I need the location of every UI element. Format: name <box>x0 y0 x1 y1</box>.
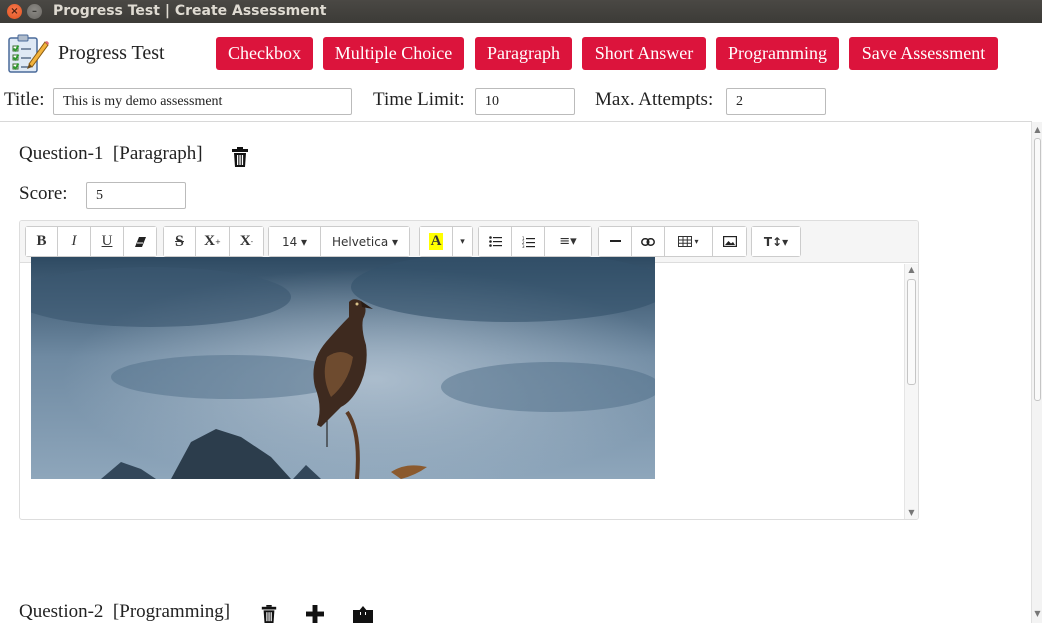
checkbox-button[interactable]: Checkbox <box>216 37 313 70</box>
text-style-dropdown[interactable]: T↕▾ <box>752 227 800 256</box>
color-group: A ▾ <box>419 226 473 257</box>
window-title: Progress Test | Create Assessment <box>53 3 327 19</box>
title-input[interactable]: This is my demo assessment <box>53 88 352 115</box>
link-icon[interactable] <box>632 227 665 256</box>
window-close-icon[interactable]: × <box>7 4 22 19</box>
numbered-list-icon[interactable]: 123 <box>512 227 545 256</box>
font-family-dropdown[interactable]: Helvetica ▾ <box>321 227 409 256</box>
eraser-icon[interactable] <box>124 227 156 256</box>
scroll-up-icon[interactable]: ▲ <box>906 265 917 274</box>
trash-icon[interactable] <box>232 147 248 167</box>
format-group: B I U <box>25 226 157 257</box>
font-group: 14 ▾ Helvetica ▾ <box>268 226 410 257</box>
subscript-label: X <box>239 233 251 249</box>
page-scrollbar[interactable]: ▲ ▼ <box>1031 122 1042 623</box>
title-label: Title: <box>4 89 45 110</box>
trash-icon[interactable] <box>261 605 277 623</box>
upload-icon[interactable] <box>353 606 373 623</box>
list-group: 123 ≡▾ <box>478 226 592 257</box>
font-color-icon: A <box>428 233 444 250</box>
image-icon[interactable] <box>713 227 746 256</box>
save-assessment-button[interactable]: Save Assessment <box>849 37 998 70</box>
window-title-bar: × – Progress Test | Create Assessment <box>0 0 1042 23</box>
page-scroll-down-icon[interactable]: ▼ <box>1032 609 1042 618</box>
editor-scrollbar[interactable]: ▲ ▼ <box>904 264 918 519</box>
programming-button[interactable]: Programming <box>716 37 839 70</box>
font-color-dropdown[interactable]: ▾ <box>453 227 472 256</box>
editor-scroll-thumb[interactable] <box>907 279 916 385</box>
style-group: T↕▾ <box>751 226 801 257</box>
horizontal-rule-icon[interactable] <box>599 227 632 256</box>
multiple-choice-button[interactable]: Multiple Choice <box>323 37 464 70</box>
table-icon <box>678 236 693 247</box>
rich-text-editor: B I U S X+ X- 14 ▾ Helvetica ▾ A ▾ 123 <box>19 220 919 520</box>
max-attempts-label: Max. Attempts: <box>595 89 714 110</box>
table-dropdown-caret: ▾ <box>694 237 699 246</box>
scroll-down-icon[interactable]: ▼ <box>906 508 917 517</box>
font-size-dropdown[interactable]: 14 ▾ <box>269 227 321 256</box>
script-group: S X + X- <box>163 226 264 257</box>
italic-button[interactable]: I <box>58 227 91 256</box>
font-color-button[interactable]: A <box>420 227 453 256</box>
bullet-list-icon[interactable] <box>479 227 512 256</box>
superscript-label: X <box>204 233 215 249</box>
app-name: Progress Test <box>58 42 165 64</box>
question-2-title: Question-2 [Programming] <box>19 601 231 622</box>
table-dropdown[interactable]: ▾ <box>665 227 713 256</box>
time-limit-label: Time Limit: <box>373 89 465 110</box>
strikethrough-button[interactable]: S <box>164 227 196 256</box>
short-answer-button[interactable]: Short Answer <box>582 37 706 70</box>
question-1-title: Question-1 [Paragraph] <box>19 143 203 164</box>
page-scroll-thumb[interactable] <box>1034 138 1041 401</box>
score-input[interactable]: 5 <box>86 182 186 209</box>
header-divider <box>0 121 1032 122</box>
align-dropdown[interactable]: ≡▾ <box>545 227 591 256</box>
max-attempts-input[interactable]: 2 <box>726 88 826 115</box>
score-label: Score: <box>19 183 68 204</box>
bold-button[interactable]: B <box>26 227 58 256</box>
subscript-button[interactable]: X- <box>230 227 263 256</box>
paragraph-button[interactable]: Paragraph <box>475 37 572 70</box>
page-scroll-up-icon[interactable]: ▲ <box>1032 125 1042 134</box>
superscript-button[interactable]: X + <box>196 227 230 256</box>
checklist-logo-icon <box>8 34 49 73</box>
plus-icon[interactable] <box>304 605 326 623</box>
cormorant-image <box>31 257 655 479</box>
time-limit-input[interactable]: 10 <box>475 88 575 115</box>
insert-group: ▾ <box>598 226 747 257</box>
underline-button[interactable]: U <box>91 227 124 256</box>
svg-text:3: 3 <box>522 244 525 248</box>
window-minimize-icon[interactable]: – <box>27 4 42 19</box>
